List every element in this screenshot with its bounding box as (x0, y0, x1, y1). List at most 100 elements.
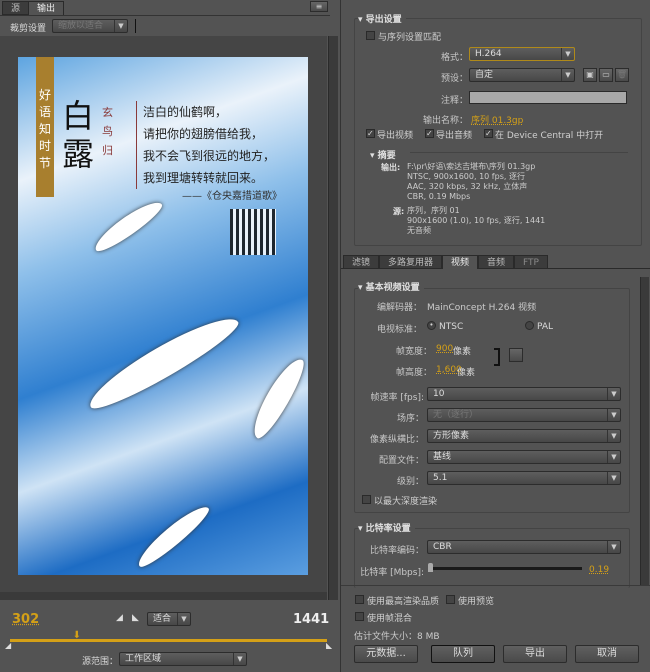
source-range-value: 工作区域 (125, 654, 162, 664)
summary-header[interactable]: ▾ 摘要 (370, 148, 396, 161)
level-label: 级别： (396, 477, 424, 487)
tab-audio[interactable]: 音频 (478, 255, 515, 269)
frame-blend-checkbox[interactable] (355, 612, 364, 621)
chevron-down-icon: ▼ (114, 20, 127, 32)
tab-output[interactable]: 输出 (28, 1, 65, 15)
max-render-quality-checkbox[interactable] (355, 595, 364, 604)
vertical-scrollbar[interactable] (328, 36, 338, 600)
zoom-value: 适合 (153, 614, 172, 624)
device-central-checkbox[interactable]: ✓ (484, 129, 493, 138)
import-preset-folder-icon[interactable]: ▭ (599, 68, 613, 82)
chevron-down-icon: ▼ (607, 409, 620, 421)
bitrate-slider[interactable] (430, 567, 582, 570)
bitrate-encoding-dropdown[interactable]: CBR ▼ (427, 540, 621, 554)
export-settings-title: 导出设置 (365, 15, 402, 25)
frame-height-label: 帧高度： (395, 368, 432, 378)
format-dropdown[interactable]: H.264 ▼ (469, 47, 575, 61)
output-name-link[interactable]: 序列 01.3gp (471, 113, 523, 126)
fps-dropdown[interactable]: 10 ▼ (427, 387, 621, 401)
tab-filters[interactable]: 滤镜 (343, 255, 380, 269)
tab-ftp[interactable]: FTP (514, 255, 548, 269)
ntsc-label: NTSC (439, 322, 464, 332)
chevron-down-icon: ▼ (233, 653, 246, 665)
end-frame: 1441 (293, 612, 330, 627)
crane-image (81, 306, 245, 418)
mark-in-icon[interactable]: ◢ (116, 613, 123, 623)
bitrate-group (354, 528, 630, 588)
comment-input[interactable] (469, 91, 627, 104)
cancel-button[interactable]: 取消 (575, 645, 639, 663)
chevron-down-icon: ▼ (607, 451, 620, 463)
preset-label: 预设： (440, 74, 468, 84)
bitrate-slider-thumb[interactable] (428, 563, 433, 572)
pixel-unit: 像素 (457, 368, 476, 378)
export-settings-header[interactable]: ▾ 导出设置 (358, 12, 406, 25)
basic-video-header[interactable]: ▾ 基本视频设置 (358, 280, 424, 293)
chevron-down-icon: ▼ (561, 69, 574, 81)
export-audio-checkbox[interactable]: ✓ (425, 129, 434, 138)
field-order-label: 场序： (396, 414, 424, 424)
in-point-handle[interactable]: ◢ (5, 641, 11, 650)
bitrate-encoding-label: 比特率编码： (369, 546, 424, 556)
settings-scrollbar[interactable] (640, 277, 649, 585)
summary-title: 摘要 (377, 151, 396, 161)
preview-image: 好语知时节 白露 玄鸟归 洁白的仙鹤啊， 请把你的翅膀借给我， 我不会飞到很远的… (18, 57, 308, 575)
bitrate-value[interactable]: 0.19 (589, 565, 609, 575)
zoom-dropdown[interactable]: 适合 ▼ (147, 612, 191, 626)
current-frame[interactable]: 302 (12, 612, 39, 627)
preset-dropdown[interactable]: 自定 ▼ (469, 68, 575, 82)
metadata-button[interactable]: 元数据... (354, 645, 418, 663)
profile-value: 基线 (433, 452, 452, 462)
poster-subtitle: 玄鸟归 (102, 106, 113, 157)
fps-value: 10 (433, 389, 445, 399)
constrain-proportions-toggle[interactable] (509, 348, 523, 362)
codec-label: 编解码器： (376, 303, 422, 313)
mark-out-icon[interactable]: ◣ (132, 613, 139, 623)
panel-menu-icon[interactable]: ≡ (310, 1, 328, 12)
tab-source[interactable]: 源 (2, 1, 30, 15)
poem-line: 请把你的翅膀借给我， (143, 127, 264, 141)
estimated-file-size: 估计文件大小：8 MB (354, 632, 440, 642)
pal-radio[interactable] (525, 321, 534, 330)
delete-preset-trash-icon[interactable]: 🗑 (615, 68, 629, 82)
summary-line: 无音频 (407, 226, 431, 235)
source-range-dropdown[interactable]: 工作区域 ▼ (119, 652, 247, 666)
queue-button[interactable]: 队列 (431, 645, 495, 663)
pixel-unit: 像素 (453, 347, 472, 357)
format-label: 格式： (440, 53, 468, 63)
max-depth-label: 以最大深度渲染 (374, 497, 438, 507)
summary-output: F:\pr\好语\索达吉堪布\序列 01.3gp NTSC, 900x1600,… (407, 162, 535, 202)
horizontal-scrollbar[interactable] (0, 592, 327, 600)
poster-source: ——《仓央嘉措道歌》 (182, 191, 282, 202)
export-button[interactable]: 导出 (503, 645, 567, 663)
frame-width-value[interactable]: 900 (436, 344, 453, 354)
playhead[interactable]: ⬇ (73, 630, 82, 644)
crop-label: 裁剪设置 (10, 24, 47, 34)
poem-line: 洁白的仙鹤啊， (143, 105, 228, 119)
level-dropdown[interactable]: 5.1 ▼ (427, 471, 621, 485)
timeline-bar[interactable] (10, 639, 327, 642)
max-render-quality-label: 使用最高渲染品质 (367, 597, 440, 607)
bitrate-header[interactable]: ▾ 比特率设置 (358, 521, 415, 534)
chevron-down-icon: ▼ (607, 472, 620, 484)
tab-video[interactable]: 视频 (442, 255, 479, 269)
max-depth-checkbox[interactable] (362, 495, 371, 504)
tab-multiplexer[interactable]: 多路复用器 (379, 255, 443, 269)
export-video-checkbox[interactable]: ✓ (366, 129, 375, 138)
pixel-aspect-dropdown[interactable]: 方形像素 ▼ (427, 429, 621, 443)
chevron-down-icon: ▼ (177, 613, 190, 625)
ntsc-radio[interactable]: • (427, 321, 436, 330)
crop-dropdown[interactable]: 缩放以适合 ▼ (52, 19, 128, 33)
use-preview-checkbox[interactable] (446, 595, 455, 604)
divider (135, 19, 136, 33)
summary-line: 900x1600 (1.0), 10 fps, 逐行, 1441 (407, 216, 546, 225)
out-point-handle[interactable]: ◣ (326, 641, 332, 650)
summary-line: AAC, 320 kbps, 32 kHz, 立体声 (407, 182, 528, 191)
use-preview-label: 使用预览 (458, 597, 495, 607)
save-preset-icon[interactable]: ▣ (583, 68, 597, 82)
device-central-label: 在 Device Central 中打开 (495, 131, 604, 141)
match-sequence-checkbox[interactable] (366, 31, 375, 40)
frame-width-label: 帧宽度： (395, 347, 432, 357)
profile-dropdown[interactable]: 基线 ▼ (427, 450, 621, 464)
field-order-dropdown[interactable]: 无（逐行） ▼ (427, 408, 621, 422)
